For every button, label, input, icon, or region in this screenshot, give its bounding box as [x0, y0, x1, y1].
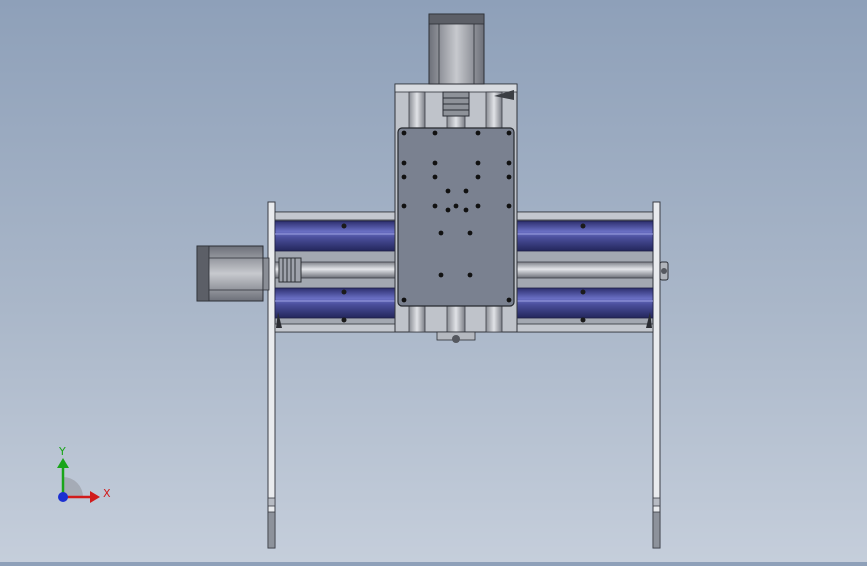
mount-hole [401, 174, 407, 180]
mount-hole [475, 130, 481, 136]
mount-hole [475, 203, 481, 209]
triad-y-arrowhead [57, 458, 69, 468]
x-stepper-motor [196, 245, 270, 302]
triad-y-label: Y [58, 445, 66, 458]
mount-hole [463, 188, 469, 194]
mount-hole [401, 203, 407, 209]
mount-hole [445, 207, 451, 213]
mount-hole [401, 297, 407, 303]
triad-z-axis-dot [58, 492, 68, 502]
left-leg [267, 201, 276, 549]
axis-triad: X Y [57, 445, 111, 503]
mount-hole [467, 272, 473, 278]
mount-hole [438, 230, 444, 236]
mount-hole [506, 130, 512, 136]
cad-viewport[interactable]: X Y [0, 0, 867, 562]
mount-hole [401, 160, 407, 166]
mount-hole [506, 297, 512, 303]
triad-x-label: X [103, 487, 111, 500]
mount-hole [506, 174, 512, 180]
mount-hole [475, 160, 481, 166]
cad-model-drawing[interactable]: X Y [0, 0, 867, 562]
mount-hole [432, 174, 438, 180]
mount-hole [453, 203, 459, 209]
mount-hole [432, 130, 438, 136]
mount-hole [445, 188, 451, 194]
mount-hole [432, 160, 438, 166]
mount-hole [467, 230, 473, 236]
mount-hole [463, 207, 469, 213]
mount-hole [506, 160, 512, 166]
carriage-plate [397, 127, 515, 307]
x-end-bearing [659, 261, 669, 281]
mount-hole [506, 203, 512, 209]
z-stepper-motor [428, 13, 485, 85]
mount-hole [475, 174, 481, 180]
triad-x-arrowhead [90, 491, 100, 503]
mount-hole [432, 203, 438, 209]
z-lower-bearing [436, 331, 476, 343]
mount-hole [401, 130, 407, 136]
mount-hole [438, 272, 444, 278]
right-leg [652, 201, 661, 549]
